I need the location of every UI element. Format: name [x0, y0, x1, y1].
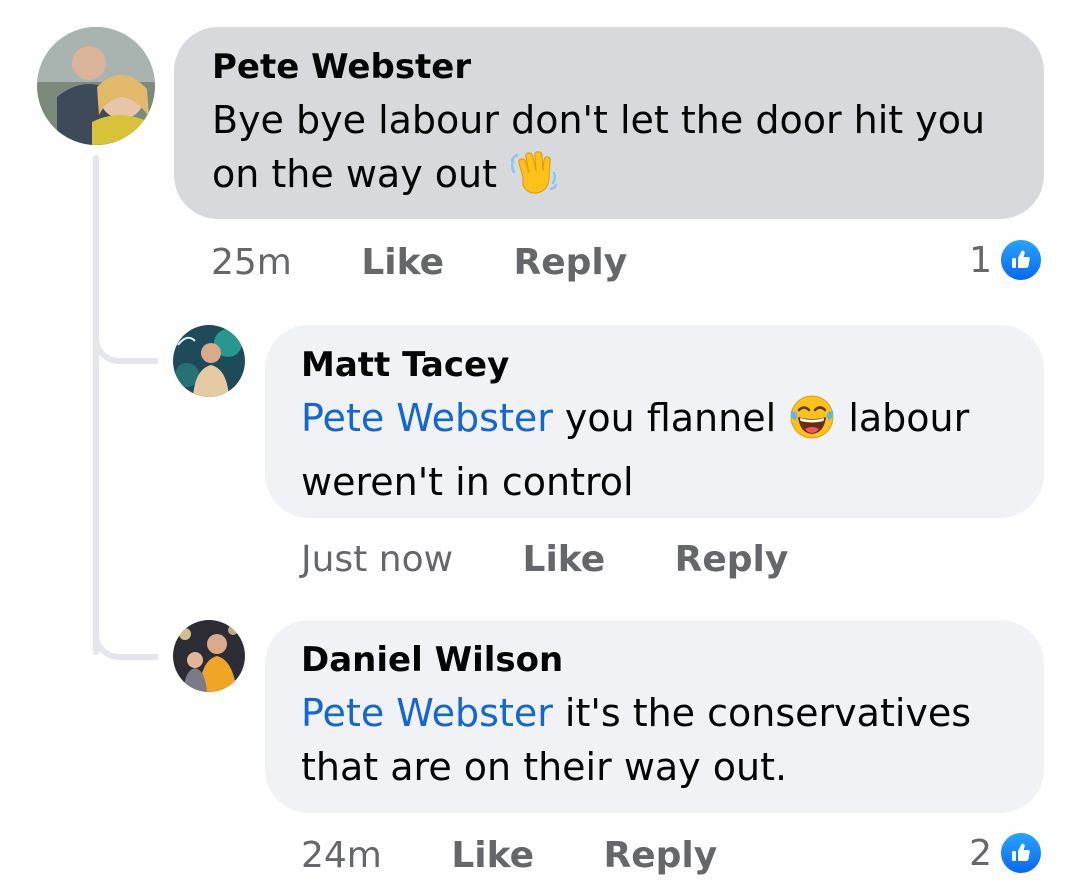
comment-text-line-2: that are on their way out.	[301, 745, 788, 789]
comment-actions: 24m Like Reply	[301, 835, 717, 876]
avatar[interactable]	[173, 325, 245, 397]
comment-timestamp[interactable]: Just now	[301, 539, 453, 580]
mention-link[interactable]: Pete Webster	[301, 396, 553, 440]
comment-text: Bye bye labour don't let the door hit yo…	[212, 93, 1006, 211]
thumbs-up-icon	[998, 830, 1044, 876]
avatar[interactable]	[173, 620, 245, 692]
comment-text-segment: it's the conservatives	[552, 691, 972, 735]
comment-text-segment: you flannel	[552, 396, 789, 440]
comment-text: Pete Webster it's the conservatives that…	[301, 686, 1008, 794]
thread-branch-2	[93, 626, 158, 660]
thread-connector	[93, 155, 99, 655]
reply-button[interactable]: Reply	[675, 539, 789, 580]
like-button[interactable]: Like	[361, 242, 444, 283]
avatar-photo	[173, 325, 245, 397]
reaction-count: 1	[969, 239, 992, 281]
waving-hand-icon	[509, 147, 559, 211]
comment-bubble: Pete Webster Bye bye labour don't let th…	[174, 27, 1044, 219]
comment-bubble: Matt Tacey Pete Webster you flannel labo…	[265, 325, 1044, 518]
thumbs-up-icon	[998, 237, 1044, 283]
comment-text-line-2: weren't in control	[301, 460, 634, 504]
comment-text-line: Pete Webster it's the conservatives	[301, 686, 1008, 740]
thread-branch-1	[93, 330, 158, 364]
comment-text-line-2: on the way out	[212, 147, 1006, 211]
reply-button[interactable]: Reply	[513, 242, 627, 283]
comment-text-segment: labour	[836, 396, 970, 440]
comment-author[interactable]: Pete Webster	[212, 47, 1006, 87]
comment-text-segment: on the way out	[212, 152, 498, 196]
comment-text-line: Bye bye labour don't let the door hit yo…	[212, 98, 986, 142]
comment-actions: Just now Like Reply	[301, 539, 788, 580]
comment-timestamp[interactable]: 24m	[301, 835, 382, 876]
comment-actions: 25m Like Reply	[211, 242, 627, 283]
comment-bubble: Daniel Wilson Pete Webster it's the cons…	[265, 620, 1044, 813]
avatar[interactable]	[37, 27, 155, 145]
avatar-photo	[37, 27, 155, 145]
comment-text-line: Pete Webster you flannel labour	[301, 391, 1008, 455]
reply-button[interactable]: Reply	[603, 835, 717, 876]
comment-timestamp[interactable]: 25m	[211, 242, 292, 283]
like-button[interactable]: Like	[523, 539, 606, 580]
reaction-summary[interactable]: 2	[969, 830, 1044, 876]
avatar-photo	[173, 620, 245, 692]
mention-link[interactable]: Pete Webster	[301, 691, 553, 735]
reaction-summary[interactable]: 1	[969, 237, 1044, 283]
comment-text: Pete Webster you flannel labour weren't …	[301, 391, 1008, 509]
like-button[interactable]: Like	[451, 835, 534, 876]
comment-author[interactable]: Matt Tacey	[301, 345, 1008, 385]
tears-of-joy-icon	[788, 393, 836, 455]
reaction-count: 2	[969, 832, 992, 874]
comment-author[interactable]: Daniel Wilson	[301, 640, 1008, 680]
